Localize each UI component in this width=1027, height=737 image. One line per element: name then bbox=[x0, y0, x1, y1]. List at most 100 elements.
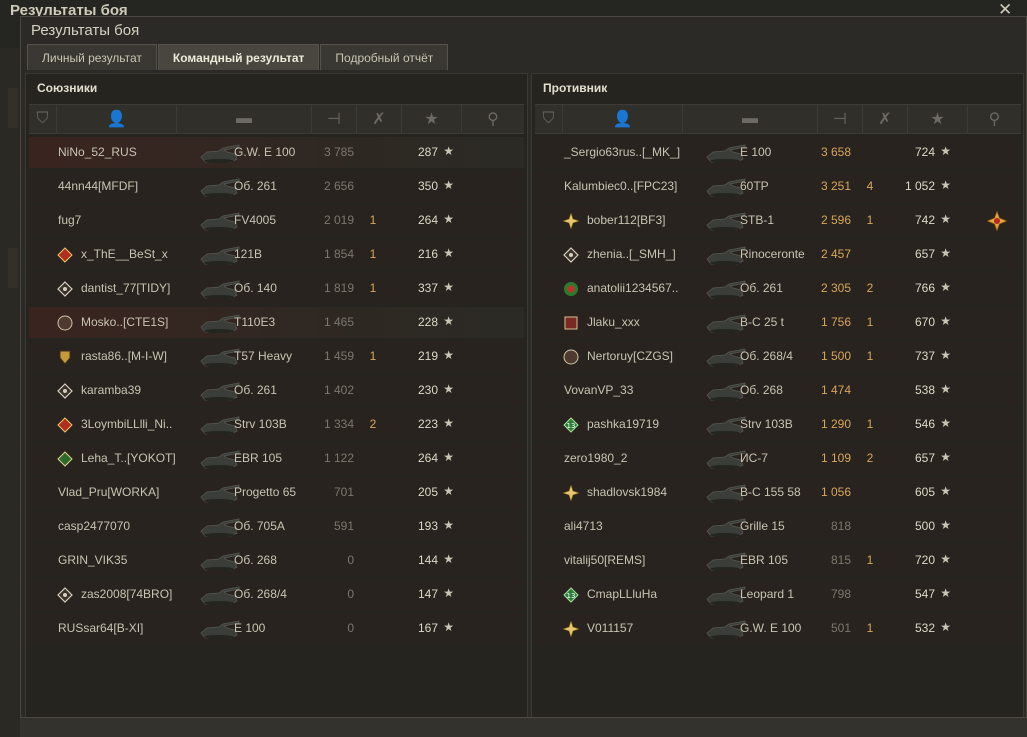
player-icon: 👤 bbox=[106, 111, 127, 128]
player-row[interactable]: vitalij50[REMS] EBR 105 815 1 720 ★ bbox=[535, 545, 1021, 576]
damage-column-header[interactable]: ⊣ bbox=[312, 105, 357, 133]
squad-column-header[interactable]: ⛉ bbox=[29, 105, 57, 133]
tank-column-header[interactable]: ▬ bbox=[683, 105, 818, 133]
kills-icon: ✗ bbox=[878, 111, 892, 128]
damage-column-header[interactable]: ⊣ bbox=[818, 105, 863, 133]
player-row[interactable]: Leha_T..[YOKOT] EBR 105 1 122 264 ★ bbox=[29, 443, 524, 474]
player-row[interactable]: VovanVP_33 Об. 268 1 474 538 ★ bbox=[535, 375, 1021, 406]
player-row[interactable]: Nertoruy[CZGS] Об. 268/4 1 500 1 737 ★ bbox=[535, 341, 1021, 372]
xp-star-icon: ★ bbox=[443, 212, 454, 226]
player-row[interactable]: V011157 G.W. E 100 501 1 532 ★ bbox=[535, 613, 1021, 644]
damage-value: 2 596 bbox=[820, 213, 851, 227]
player-row[interactable]: _Sergio63rus..[_MK_] E 100 3 658 724 ★ bbox=[535, 137, 1021, 168]
player-row[interactable]: casp2477070 Об. 705А 591 193 ★ bbox=[29, 511, 524, 542]
tank-column-header[interactable]: ▬ bbox=[177, 105, 312, 133]
medal-column-header[interactable]: ⚲ bbox=[462, 105, 524, 133]
xp-value: 737 bbox=[914, 349, 935, 363]
clan-badge-icon bbox=[56, 450, 73, 467]
player-name: ali4713 bbox=[564, 519, 603, 533]
player-name: bober112[BF3] bbox=[587, 213, 666, 227]
player-row[interactable]: karamba39 Об. 261 1 402 230 ★ bbox=[29, 375, 524, 406]
tab-team-result[interactable]: Командный результат bbox=[157, 44, 320, 70]
squad-icon: ⛉ bbox=[542, 110, 555, 127]
background-sidebar-block bbox=[8, 248, 18, 288]
player-row[interactable]: zas2008[74BRO] Об. 268/4 0 147 ★ bbox=[29, 579, 524, 610]
clan-badge-icon bbox=[56, 586, 73, 603]
kills-column-header[interactable]: ✗ bbox=[863, 105, 908, 133]
player-row[interactable]: dantist_77[TIDY] Об. 140 1 819 1 337 ★ bbox=[29, 273, 524, 304]
xp-column-header[interactable]: ★ bbox=[402, 105, 462, 133]
xp-star-icon: ★ bbox=[940, 246, 951, 260]
xp-value: 205 bbox=[417, 485, 438, 499]
tank-name: Об. 268/4 bbox=[740, 349, 793, 363]
player-row[interactable]: 3LoymbiLLlli_Ni.. Strv 103B 1 334 2 223 ★ bbox=[29, 409, 524, 440]
kills-value: 4 bbox=[866, 179, 874, 193]
xp-star-icon: ★ bbox=[940, 518, 951, 532]
xp-star-icon: ★ bbox=[443, 586, 454, 600]
player-row[interactable]: 44nn44[MFDF] Об. 261 2 656 350 ★ bbox=[29, 171, 524, 202]
player-row[interactable]: RUSsar64[B-XI] E 100 0 167 ★ bbox=[29, 613, 524, 644]
kills-icon: ✗ bbox=[372, 111, 386, 128]
player-row[interactable]: Mosko..[CTE1S] T110E3 1 465 228 ★ bbox=[29, 307, 524, 338]
xp-value: 228 bbox=[417, 315, 438, 329]
xp-star-icon: ★ bbox=[940, 552, 951, 566]
player-row[interactable]: Vlad_Pru[WORKA] Progetto 65 701 205 ★ bbox=[29, 477, 524, 508]
clan-badge-icon bbox=[562, 314, 579, 331]
xp-value: 147 bbox=[417, 587, 438, 601]
xp-value: 216 bbox=[417, 247, 438, 261]
player-row[interactable]: rasta86..[M-I-W] T57 Heavy 1 459 1 219 ★ bbox=[29, 341, 524, 372]
player-name: rasta86..[M-I-W] bbox=[81, 349, 168, 363]
kills-column-header[interactable]: ✗ bbox=[357, 105, 402, 133]
xp-star-icon: ★ bbox=[940, 280, 951, 294]
damage-icon: ⊣ bbox=[327, 111, 341, 128]
player-row[interactable]: fug7 FV4005 2 019 1 264 ★ bbox=[29, 205, 524, 236]
tab-detailed-report[interactable]: Подробный отчёт bbox=[320, 44, 449, 70]
player-row[interactable]: 13 pashka19719 Strv 103B 1 290 1 546 ★ bbox=[535, 409, 1021, 440]
xp-value: 605 bbox=[914, 485, 935, 499]
player-name: zero1980_2 bbox=[564, 451, 628, 465]
tank-name: Strv 103B bbox=[740, 417, 793, 431]
xp-column-header[interactable]: ★ bbox=[908, 105, 968, 133]
player-name: RUSsar64[B-XI] bbox=[58, 621, 144, 635]
xp-star-icon: ★ bbox=[443, 144, 454, 158]
clan-badge-icon bbox=[56, 348, 73, 365]
squad-column-header[interactable]: ⛉ bbox=[535, 105, 563, 133]
player-name: karamba39 bbox=[81, 383, 142, 397]
player-row[interactable]: shadlovsk1984 В-С 155 58 1 056 605 ★ bbox=[535, 477, 1021, 508]
player-name: vitalij50[REMS] bbox=[564, 553, 646, 567]
xp-value: 167 bbox=[417, 621, 438, 635]
xp-star-icon: ★ bbox=[940, 586, 951, 600]
tank-name: T57 Heavy bbox=[234, 349, 293, 363]
damage-value: 1 290 bbox=[820, 417, 851, 431]
xp-star-icon: ★ bbox=[443, 450, 454, 464]
xp-value: 337 bbox=[417, 281, 438, 295]
player-column-header[interactable]: 👤 bbox=[57, 105, 177, 133]
tab-bar: Личный результат Командный результат Под… bbox=[27, 44, 449, 70]
kills-value: 2 bbox=[866, 281, 874, 295]
xp-star-icon: ★ bbox=[443, 518, 454, 532]
tank-name: Об. 268/4 bbox=[234, 587, 287, 601]
player-row[interactable]: zero1980_2 ИС-7 1 109 2 657 ★ bbox=[535, 443, 1021, 474]
player-column-header[interactable]: 👤 bbox=[563, 105, 683, 133]
player-row[interactable]: anatolii1234567.. Об. 261 2 305 2 766 ★ bbox=[535, 273, 1021, 304]
player-row[interactable]: 13 CmapLLluHa Leopard 1 798 547 ★ bbox=[535, 579, 1021, 610]
player-row[interactable]: zhenia..[_SMH_] Rinoceronte 2 457 657 ★ bbox=[535, 239, 1021, 270]
player-row[interactable]: bober112[BF3] STB-1 2 596 1 742 ★ bbox=[535, 205, 1021, 236]
player-row[interactable]: ali4713 Grille 15 818 500 ★ bbox=[535, 511, 1021, 542]
player-row[interactable]: GRIN_VIK35 Об. 268 0 144 ★ bbox=[29, 545, 524, 576]
clan-badge-icon: 13 bbox=[562, 586, 579, 603]
player-row[interactable]: NiNo_52_RUS G.W. E 100 3 785 287 ★ bbox=[29, 137, 524, 168]
tab-personal-result[interactable]: Личный результат bbox=[27, 44, 157, 70]
player-row[interactable]: Jlaku_xxx В-С 25 t 1 756 1 670 ★ bbox=[535, 307, 1021, 338]
kills-value: 1 bbox=[866, 213, 874, 227]
player-name: fug7 bbox=[58, 213, 82, 227]
damage-value: 701 bbox=[333, 485, 354, 499]
xp-star-icon: ★ bbox=[940, 382, 951, 396]
enemies-panel: Противник ⛉ 👤 ▬ ⊣ ✗ ★ ⚲ _Sergio63rus..[_… bbox=[531, 73, 1024, 718]
player-row[interactable]: x_ThE__BeSt_x 121B 1 854 1 216 ★ bbox=[29, 239, 524, 270]
damage-value: 1 756 bbox=[820, 315, 851, 329]
medal-column-header[interactable]: ⚲ bbox=[968, 105, 1021, 133]
damage-value: 2 656 bbox=[323, 179, 354, 193]
player-row[interactable]: Kalumbiec0..[FPC23] 60TP 3 251 4 1 052 ★ bbox=[535, 171, 1021, 202]
xp-star-icon: ★ bbox=[443, 246, 454, 260]
